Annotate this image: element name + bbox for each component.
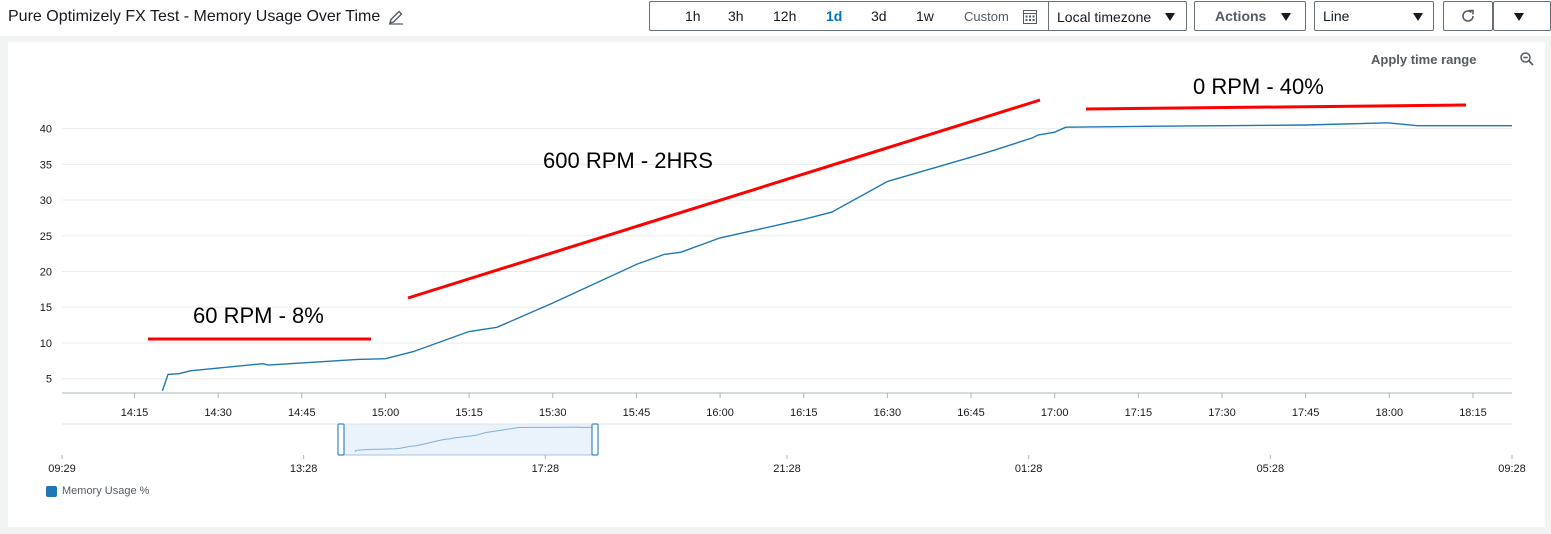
refresh-button[interactable] (1443, 1, 1493, 31)
caret-down-icon (1413, 13, 1423, 21)
actions-button[interactable]: Actions (1194, 1, 1306, 31)
time-range-selector: 1h 3h 12h 1d 3d 1w Custom Local timezone (649, 1, 1187, 31)
custom-range-button[interactable]: Custom (964, 9, 1009, 24)
range-3d-button[interactable]: 3d (871, 8, 887, 24)
widget-title: Pure Optimizely FX Test - Memory Usage O… (8, 8, 381, 25)
caret-down-icon (1281, 13, 1291, 21)
range-1h-button[interactable]: 1h (685, 8, 701, 24)
range-1d-button[interactable]: 1d (826, 8, 842, 24)
range-3h-button[interactable]: 3h (728, 8, 744, 24)
range-12h-button[interactable]: 12h (773, 8, 796, 24)
legend-label: Memory Usage % (62, 485, 150, 497)
calendar-icon[interactable] (1023, 10, 1037, 24)
timezone-select[interactable]: Local timezone (1057, 9, 1151, 25)
actions-label: Actions (1215, 8, 1267, 24)
caret-down-icon[interactable] (1165, 13, 1175, 21)
divider (1048, 2, 1049, 30)
refresh-icon (1462, 9, 1474, 22)
apply-time-range-button[interactable]: Apply time range (1371, 52, 1476, 67)
zoom-out-icon[interactable] (1519, 51, 1535, 67)
refresh-options-button[interactable] (1493, 1, 1551, 31)
caret-down-icon (1514, 13, 1524, 21)
range-1w-button[interactable]: 1w (916, 8, 934, 24)
dashboard-header: Pure Optimizely FX Test - Memory Usage O… (0, 0, 1551, 36)
chart-panel (8, 42, 1545, 527)
chart-type-label: Line (1323, 8, 1350, 24)
edit-icon[interactable] (388, 9, 404, 25)
chart-type-select[interactable]: Line (1314, 1, 1434, 31)
legend-swatch (46, 486, 57, 497)
